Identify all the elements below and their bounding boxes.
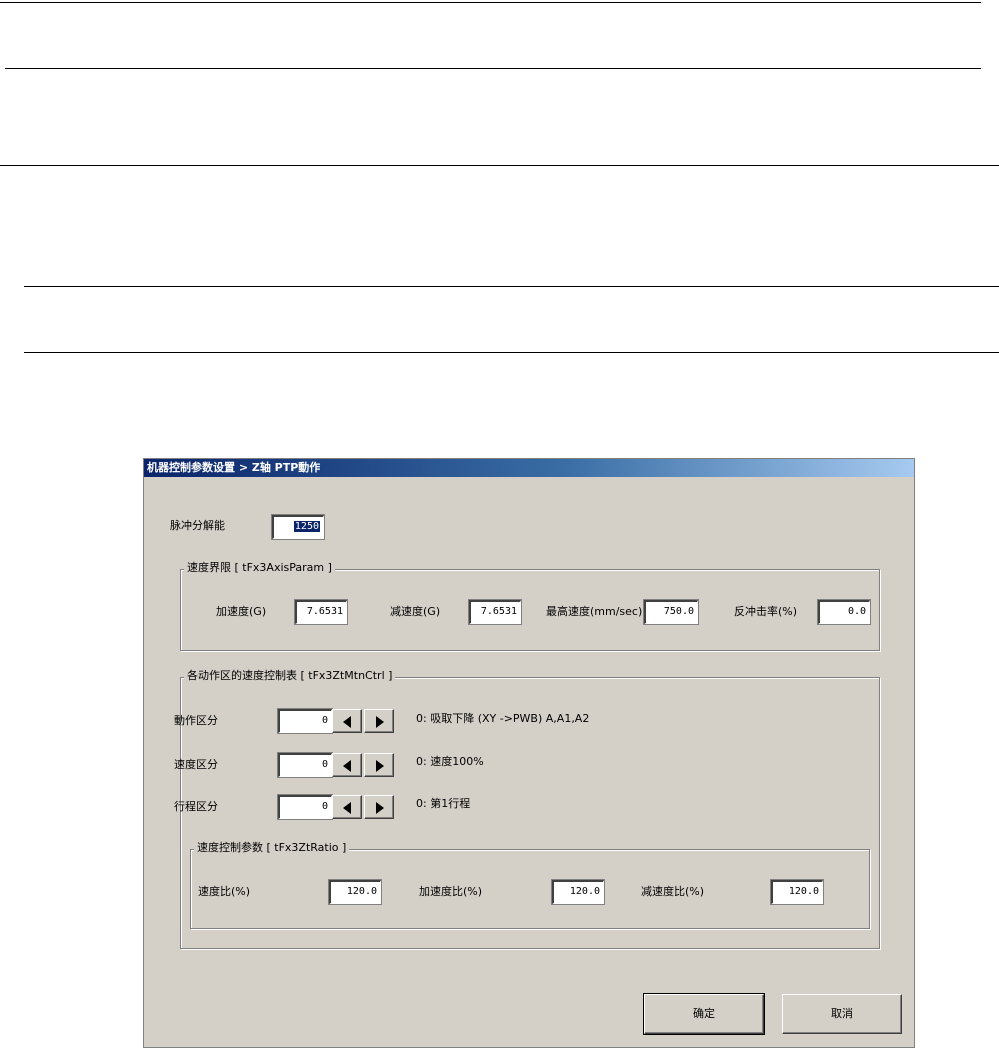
triangle-left-icon [343,760,351,772]
page-rule-5 [24,352,999,353]
speed-zone-info: 0: 速度100% [416,755,484,768]
speed-zone-next-button[interactable] [364,753,394,777]
triangle-left-icon [343,802,351,814]
speed-zone-input[interactable]: 0 [277,752,333,778]
page-rule-1 [0,2,981,3]
accel-ratio-label: 加速度比(%) [419,885,483,898]
triangle-left-icon [343,716,351,728]
ok-button[interactable]: 确定 [643,993,765,1035]
triangle-right-icon [376,802,384,814]
speed-zone-prev-button[interactable] [332,753,362,777]
decel-label: 减速度(G) [390,605,441,618]
page-rule-3 [0,165,999,166]
zone-table-title: 各动作区的速度控制表 [ tFx3ZtMtnCtrl ] [184,669,396,683]
speed-zone-label: 速度区分 [174,758,218,771]
decel-ratio-input[interactable]: 120.0 [770,879,824,905]
triangle-right-icon [376,716,384,728]
ratio-group [190,849,870,929]
accel-label: 加速度(G) [216,605,267,618]
cancel-button[interactable]: 取消 [782,994,902,1034]
dialog-title[interactable]: 机器控制参数设置 > Z轴 PTP動作 [144,459,914,477]
motion-zone-info: 0: 吸取下降 (XY ->PWB) A,A1,A2 [416,712,590,725]
motion-zone-prev-button[interactable] [332,709,362,733]
stroke-zone-next-button[interactable] [364,795,394,819]
max-speed-input[interactable]: 750.0 [643,599,699,625]
stroke-zone-label: 行程区分 [174,800,218,813]
motion-zone-input[interactable]: 0 [277,708,333,734]
stroke-zone-prev-button[interactable] [332,795,362,819]
speed-ratio-input[interactable]: 120.0 [328,879,382,905]
triangle-right-icon [376,760,384,772]
page-rule-4 [24,286,999,287]
motion-zone-label: 動作区分 [174,714,218,727]
backlash-input[interactable]: 0.0 [817,599,871,625]
accel-input[interactable]: 7.6531 [294,599,348,625]
pulse-resolution-input[interactable]: 1250 [271,514,325,540]
ratio-group-title: 速度控制参数 [ tFx3ZtRatio ] [194,841,350,855]
pulse-resolution-label: 脉冲分解能 [170,519,225,532]
speed-limits-title: 速度界限 [ tFx3AxisParam ] [184,561,335,575]
decel-ratio-label: 减速度比(%) [641,885,705,898]
pulse-resolution-value: 1250 [293,521,320,532]
stroke-zone-info: 0: 第1行程 [416,797,471,810]
stroke-zone-input[interactable]: 0 [277,794,333,820]
backlash-label: 反冲击率(%) [734,605,798,618]
speed-ratio-label: 速度比(%) [198,885,251,898]
accel-ratio-input[interactable]: 120.0 [551,879,605,905]
decel-input[interactable]: 7.6531 [468,599,522,625]
max-speed-label: 最高速度(mm/sec) [546,605,643,618]
motion-zone-next-button[interactable] [364,709,394,733]
page-rule-2 [5,68,981,69]
parameter-dialog: 机器控制参数设置 > Z轴 PTP動作 脉冲分解能 1250 速度界限 [ tF… [143,458,915,1048]
